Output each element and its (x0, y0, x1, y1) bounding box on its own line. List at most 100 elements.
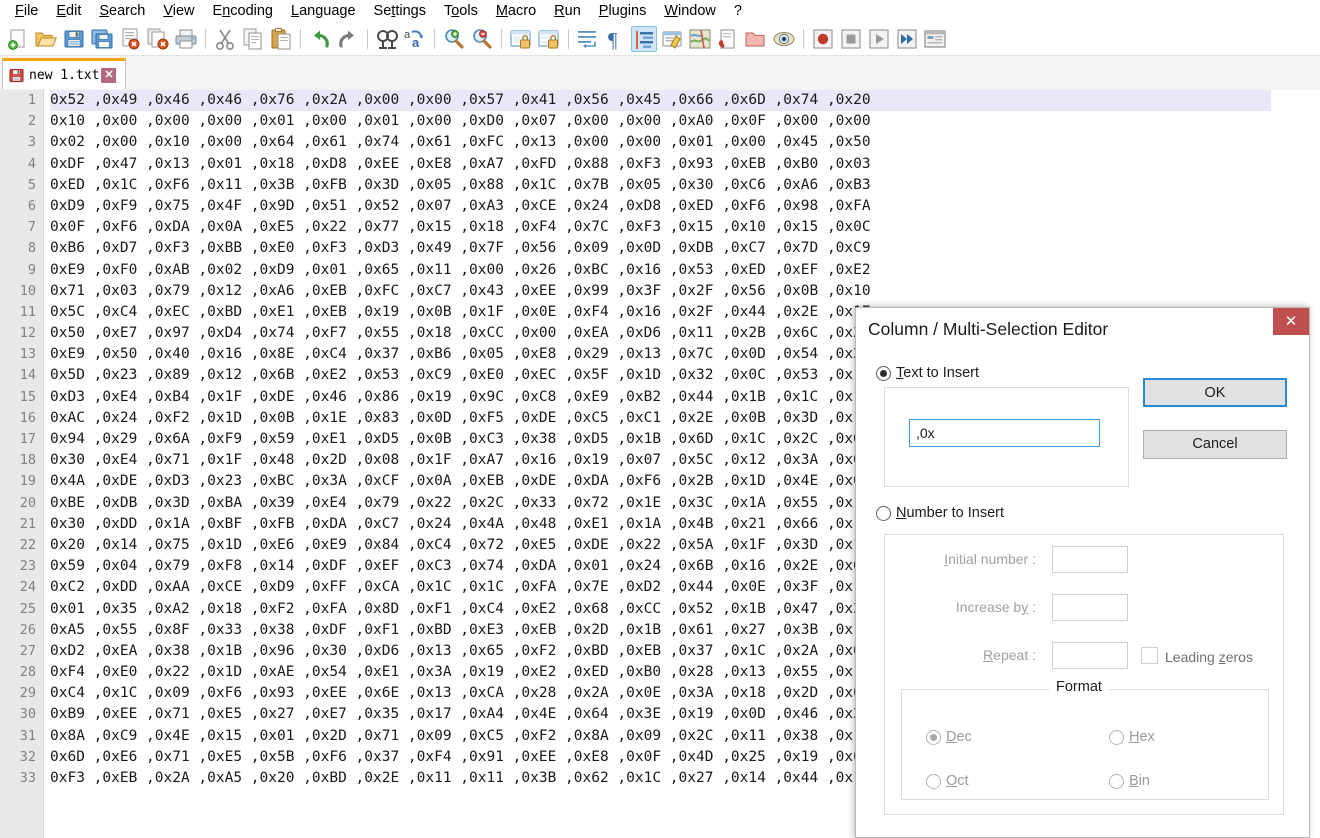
indent-guide-icon[interactable] (631, 25, 657, 52)
text-to-insert-radio[interactable]: Text to Insert (876, 365, 979, 381)
save-all-icon[interactable] (89, 26, 115, 52)
format-bin-label: Bin (1129, 773, 1150, 789)
editor-line[interactable]: 8 0xB6 ,0xD7 ,0xF3 ,0xBB ,0xE0 ,0xF3 ,0xD… (0, 238, 1320, 259)
editor-line[interactable]: 4 0xDF ,0x47 ,0x13 ,0x01 ,0x18 ,0xD8 ,0xE… (0, 154, 1320, 175)
menu-item-encoding[interactable]: Encoding (204, 1, 282, 22)
radio-indicator (926, 773, 941, 789)
save-icon[interactable] (61, 26, 87, 52)
line-text: 0xB6 ,0xD7 ,0xF3 ,0xBB ,0xE0 ,0xF3 ,0xD3… (50, 240, 871, 257)
line-number: 4 (27, 155, 36, 172)
repeat-field[interactable] (1052, 642, 1128, 669)
folder-as-workspace-icon[interactable] (743, 26, 769, 52)
menu-item-window[interactable]: Window (655, 1, 725, 22)
number-to-insert-label: Number to Insert (896, 505, 1004, 521)
toolbar-separator (568, 28, 569, 49)
zoom-out-icon[interactable] (469, 26, 495, 52)
editor-line[interactable]: 6 0xD9 ,0xF9 ,0x75 ,0x4F ,0x9D ,0x51 ,0x5… (0, 196, 1320, 217)
tab-new-1-txt[interactable]: new 1.txt ✕ (2, 58, 126, 89)
line-number: 15 (19, 388, 36, 405)
editor-line[interactable]: 7 0x0F ,0xF6 ,0xDA ,0x0A ,0xE5 ,0x22 ,0x7… (0, 217, 1320, 238)
line-number: 30 (19, 706, 36, 723)
macro-stop-icon[interactable] (838, 26, 864, 52)
menu-item-[interactable]: ? (725, 1, 751, 22)
show-all-characters-icon[interactable]: ¶ (603, 26, 629, 52)
radio-indicator (926, 729, 941, 745)
toolbar: a a ¶ (0, 22, 1320, 56)
initial-number-field[interactable] (1052, 546, 1128, 573)
macro-save-icon[interactable] (922, 26, 948, 52)
menu-item-edit[interactable]: Edit (47, 1, 90, 22)
close-icon[interactable]: ✕ (1273, 308, 1309, 335)
redo-icon[interactable] (335, 26, 361, 52)
menu-item-view[interactable]: View (154, 1, 203, 22)
macro-run-multiple-icon[interactable] (894, 26, 920, 52)
menu-item-run[interactable]: Run (545, 1, 590, 22)
radio-indicator (876, 365, 891, 381)
line-number: 7 (27, 219, 36, 236)
format-radio-bin[interactable]: Bin (1109, 773, 1150, 789)
undo-icon[interactable] (307, 26, 333, 52)
line-text: 0xED ,0x1C ,0xF6 ,0x11 ,0x3B ,0xFB ,0x3D… (50, 176, 871, 193)
toolbar-separator (367, 28, 368, 49)
number-to-insert-radio[interactable]: Number to Insert (876, 505, 1004, 521)
svg-text:a: a (404, 29, 411, 41)
text-to-insert-label: Text to Insert (896, 365, 980, 381)
line-number: 21 (19, 515, 36, 532)
increase-by-field[interactable] (1052, 594, 1128, 621)
toolbar-separator (501, 28, 502, 49)
menu-item-settings[interactable]: Settings (365, 1, 435, 22)
monitoring-icon[interactable] (771, 26, 797, 52)
function-list-icon[interactable] (715, 26, 741, 52)
sync-horizontal-scroll-icon[interactable] (536, 26, 562, 52)
macro-play-icon[interactable] (866, 26, 892, 52)
editor-line[interactable]: 2 0x10 ,0x00 ,0x00 ,0x00 ,0x01 ,0x00 ,0x0… (0, 111, 1320, 132)
close-file-icon[interactable] (117, 26, 143, 52)
menu-item-search[interactable]: Search (90, 1, 154, 22)
editor-line[interactable]: 3 0x02 ,0x00 ,0x10 ,0x00 ,0x64 ,0x61 ,0x7… (0, 132, 1320, 153)
toolbar-separator (434, 28, 435, 49)
find-icon[interactable] (374, 26, 400, 52)
new-file-icon[interactable] (5, 26, 31, 52)
format-radio-hex[interactable]: Hex (1109, 729, 1155, 745)
format-dec-label: Dec (946, 729, 972, 745)
editor-line[interactable]: 1 0x52 ,0x49 ,0x46 ,0x46 ,0x76 ,0x2A ,0x0… (0, 90, 1320, 112)
zoom-in-icon[interactable] (441, 26, 467, 52)
user-defined-language-icon[interactable] (659, 26, 685, 52)
menu-item-plugins[interactable]: Plugins (590, 1, 656, 22)
menu-item-tools[interactable]: Tools (435, 1, 487, 22)
macro-record-icon[interactable] (810, 26, 836, 52)
close-all-files-icon[interactable] (145, 26, 171, 52)
copy-icon[interactable] (240, 26, 266, 52)
replace-icon[interactable]: aa (402, 26, 428, 52)
ok-button-label: OK (1204, 385, 1226, 401)
text-to-insert-input[interactable] (909, 419, 1100, 447)
menu-item-file[interactable]: File (6, 1, 47, 22)
document-map-icon[interactable] (687, 26, 713, 52)
cut-icon[interactable] (212, 26, 238, 52)
format-radio-dec[interactable]: Dec (926, 729, 972, 745)
menu-item-macro[interactable]: Macro (487, 1, 545, 22)
format-radio-oct[interactable]: Oct (926, 773, 969, 789)
svg-text:¶: ¶ (608, 28, 618, 52)
menu-item-language[interactable]: Language (282, 1, 365, 22)
menu-bar: File Edit Search View Encoding Language Settin… (0, 0, 1320, 22)
format-oct-label: Oct (946, 773, 969, 789)
line-number: 16 (19, 409, 36, 426)
open-file-icon[interactable] (33, 26, 59, 52)
line-number: 29 (19, 685, 36, 702)
line-number: 5 (27, 176, 36, 193)
editor-line[interactable]: 10 0x71 ,0x03 ,0x79 ,0x12 ,0xA6 ,0xEB ,0x… (0, 281, 1320, 302)
sync-vertical-scroll-icon[interactable] (508, 26, 534, 52)
leading-zeros-checkbox[interactable] (1141, 647, 1158, 664)
tab-close-icon[interactable]: ✕ (101, 67, 117, 83)
editor-line[interactable]: 9 0xE9 ,0xF0 ,0xAB ,0x02 ,0xD9 ,0x01 ,0x6… (0, 260, 1320, 281)
word-wrap-icon[interactable] (575, 26, 601, 52)
cancel-button[interactable]: Cancel (1143, 430, 1287, 459)
editor-line[interactable]: 5 0xED ,0x1C ,0xF6 ,0x11 ,0x3B ,0xFB ,0x3… (0, 175, 1320, 196)
line-number: 31 (19, 727, 36, 744)
paste-icon[interactable] (268, 26, 294, 52)
print-icon[interactable] (173, 26, 199, 52)
ok-button[interactable]: OK (1143, 378, 1287, 407)
line-number: 14 (19, 367, 36, 384)
radio-indicator (1109, 729, 1124, 745)
